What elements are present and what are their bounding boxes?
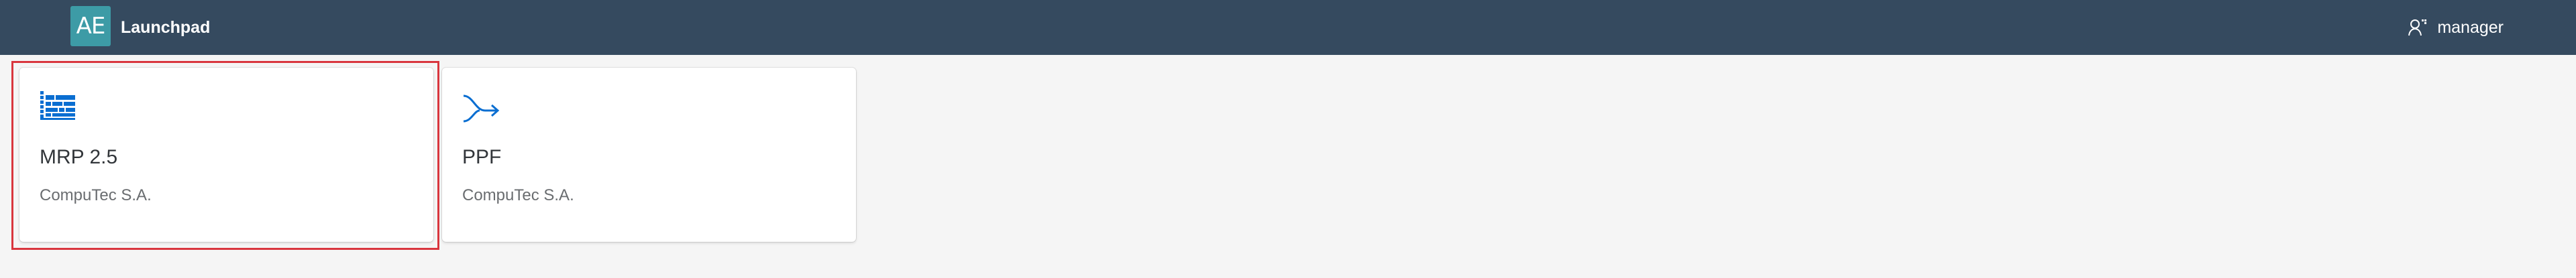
user-icon (2408, 19, 2427, 36)
shell-bar: AE Launchpad manager (0, 0, 2576, 55)
app-title[interactable]: Launchpad (121, 0, 210, 55)
tile-mrp[interactable]: MRP 2.5 CompuTec S.A. (19, 68, 433, 242)
company-logo[interactable]: AE (70, 6, 111, 46)
user-name: manager (2437, 17, 2504, 37)
tile-subtitle: CompuTec S.A. (40, 186, 152, 204)
tile-ppf[interactable]: PPF CompuTec S.A. (442, 68, 856, 242)
tile-subtitle: CompuTec S.A. (462, 186, 574, 204)
tile-title: PPF (462, 146, 502, 168)
user-menu[interactable]: manager (2408, 0, 2504, 55)
tile-title: MRP 2.5 (40, 146, 118, 168)
process-flow-icon (463, 94, 500, 123)
list-grid-icon (40, 91, 75, 120)
